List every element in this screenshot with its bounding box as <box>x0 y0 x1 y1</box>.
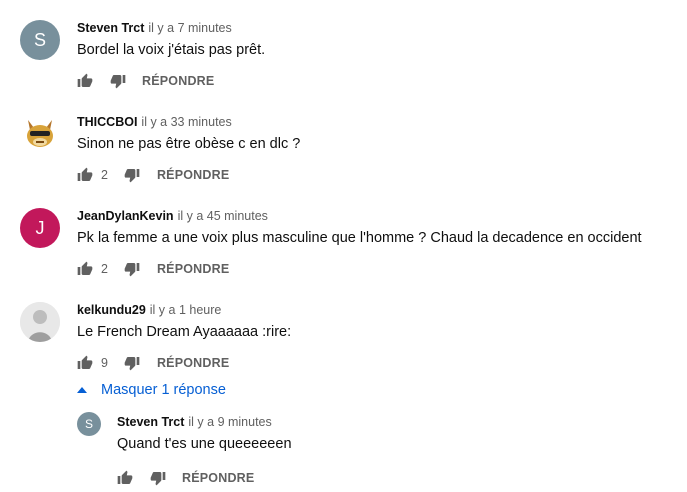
comment-author[interactable]: THICCBOI <box>77 115 137 129</box>
comment-actions: RÉPONDRE <box>117 466 254 490</box>
thumb-up-icon[interactable] <box>77 355 93 371</box>
avatar-letter: J <box>35 217 45 238</box>
like-count: 2 <box>101 262 108 276</box>
thumb-down-icon[interactable] <box>124 261 140 277</box>
comment-time[interactable]: il y a 7 minutes <box>148 21 231 35</box>
avatar[interactable]: J <box>20 208 60 248</box>
comment-author[interactable]: kelkundu29 <box>77 303 146 317</box>
avatar[interactable]: S <box>77 412 101 436</box>
avatar[interactable]: S <box>20 20 60 60</box>
comment-thread: kelkundu29 il y a 1 heure Le French Dream… <box>0 282 687 492</box>
reply-button[interactable]: RÉPONDRE <box>157 262 229 276</box>
comment-text: Sinon ne pas être obèse c en dlc ? <box>77 136 301 152</box>
person-avatar-icon <box>20 302 60 342</box>
thumb-down-icon[interactable] <box>124 167 140 183</box>
comment-thread: J JeanDylanKevin il y a 45 minutes Pk la … <box>0 188 687 282</box>
hide-replies-label: Masquer 1 réponse <box>101 382 226 398</box>
like-count: 9 <box>101 356 108 370</box>
thumb-up-icon[interactable] <box>77 167 93 183</box>
reply-button[interactable]: RÉPONDRE <box>142 74 214 88</box>
reply-button[interactable]: RÉPONDRE <box>157 168 229 182</box>
thumb-down-icon[interactable] <box>150 470 166 486</box>
comment-header: JeanDylanKevin il y a 45 minutes <box>77 209 268 223</box>
comment-time[interactable]: il y a 9 minutes <box>188 415 271 429</box>
comment-actions: 9 RÉPONDRE <box>77 351 229 375</box>
thumb-down-icon[interactable] <box>124 355 140 371</box>
avatar-letter: S <box>84 417 93 431</box>
comment-time[interactable]: il y a 45 minutes <box>178 209 268 223</box>
thumb-down-icon[interactable] <box>110 73 126 89</box>
comment-author[interactable]: Steven Trct <box>117 415 184 429</box>
thumb-up-icon[interactable] <box>77 73 93 89</box>
comment-actions: RÉPONDRE <box>77 69 214 93</box>
comment-header: Steven Trct il y a 9 minutes <box>117 415 272 429</box>
avatar[interactable] <box>20 114 60 154</box>
reply-comment: S Steven Trct il y a 9 minutes Quand t'es… <box>0 404 687 492</box>
comment-author[interactable]: JeanDylanKevin <box>77 209 174 223</box>
comment-header: THICCBOI il y a 33 minutes <box>77 115 232 129</box>
comment-actions: 2 RÉPONDRE <box>77 163 229 187</box>
comment-text: Bordel la voix j'étais pas prêt. <box>77 42 266 58</box>
cat-avatar-icon <box>27 120 53 147</box>
reply-button[interactable]: RÉPONDRE <box>182 471 254 485</box>
thumb-up-icon[interactable] <box>117 470 133 486</box>
avatar[interactable] <box>20 302 60 342</box>
caret-up-icon <box>77 387 87 393</box>
comment-thread: THICCBOI il y a 33 minutes Sinon ne pas ê… <box>0 94 687 188</box>
comment-text: Pk la femme a une voix plus masculine qu… <box>77 230 642 246</box>
comment-text: Le French Dream Ayaaaaaa :rire: <box>77 324 292 340</box>
reply-button[interactable]: RÉPONDRE <box>157 356 229 370</box>
comment-time[interactable]: il y a 1 heure <box>150 303 222 317</box>
comment-header: kelkundu29 il y a 1 heure <box>77 303 221 317</box>
like-count: 2 <box>101 168 108 182</box>
thumb-up-icon[interactable] <box>77 261 93 277</box>
avatar-letter: S <box>33 29 46 50</box>
comment-thread: S Steven Trct il y a 7 minutes Bordel la … <box>0 0 687 94</box>
comment-author[interactable]: Steven Trct <box>77 21 144 35</box>
hide-replies-toggle[interactable]: Masquer 1 réponse <box>77 382 226 398</box>
comment-header: Steven Trct il y a 7 minutes <box>77 21 232 35</box>
comment-text: Quand t'es une queeeeeen <box>117 436 292 452</box>
comment-time[interactable]: il y a 33 minutes <box>141 115 231 129</box>
comment-actions: 2 RÉPONDRE <box>77 257 229 281</box>
